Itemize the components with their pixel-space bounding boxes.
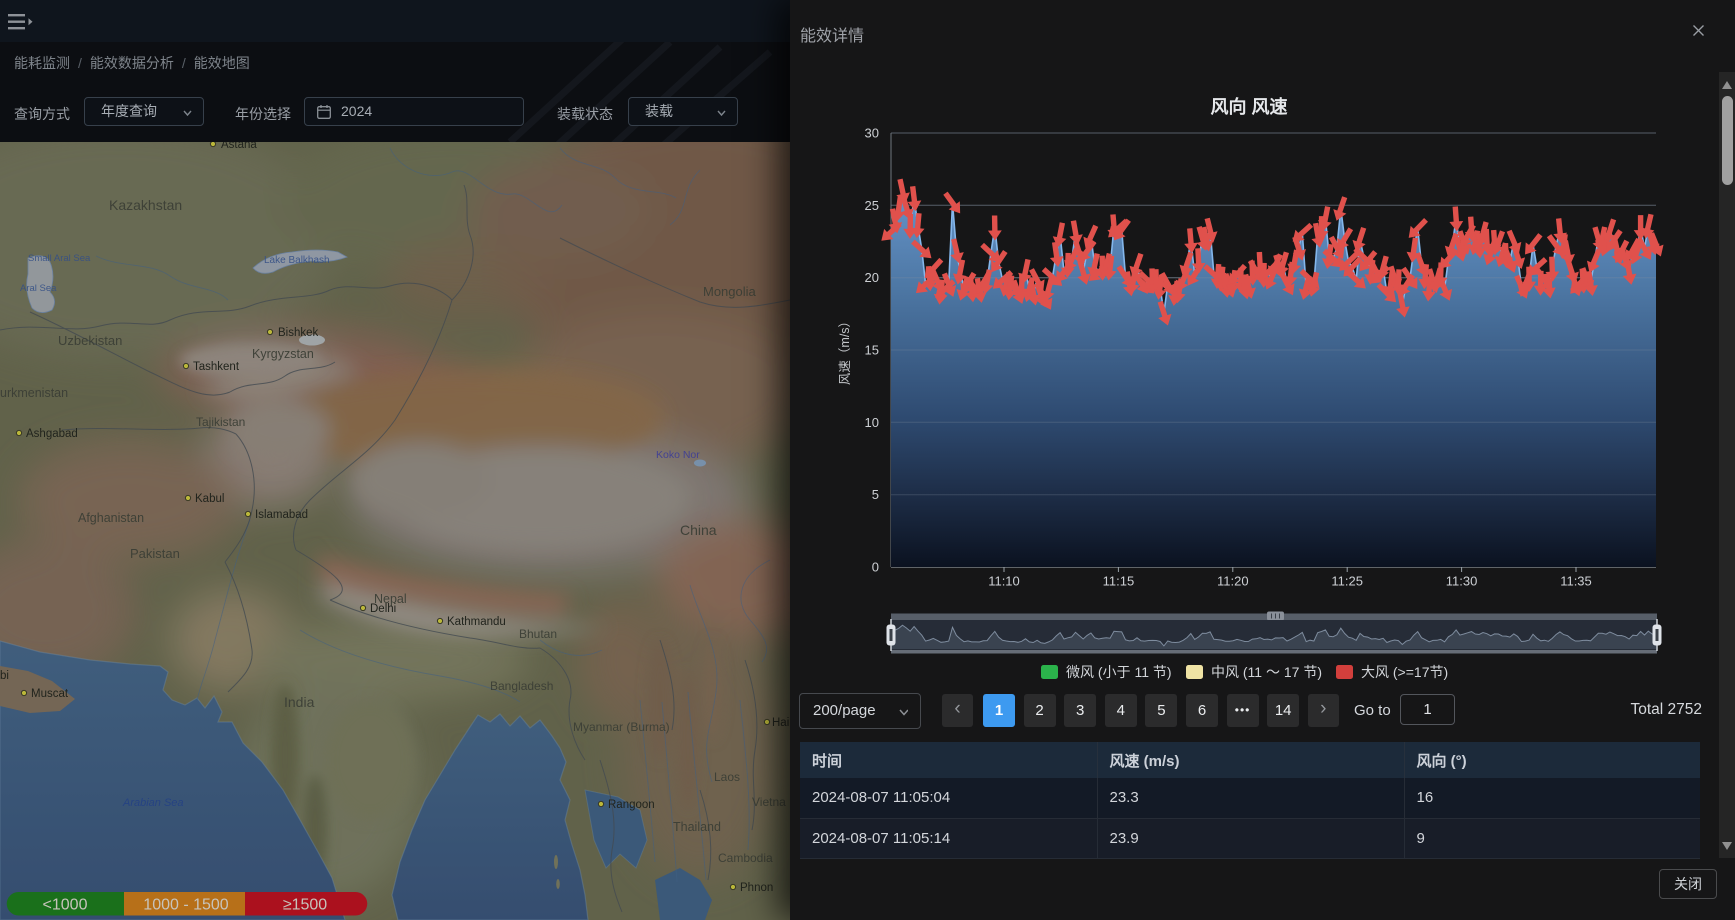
svg-text:风向 风速: 风向 风速 — [1210, 96, 1287, 117]
svg-text:11:10: 11:10 — [988, 574, 1020, 589]
svg-text:11:15: 11:15 — [1103, 574, 1135, 589]
svg-text:11:25: 11:25 — [1331, 574, 1363, 589]
svg-text:微风 (小于 11 节): 微风 (小于 11 节) — [1066, 664, 1172, 680]
svg-text:5: 5 — [872, 487, 879, 502]
svg-text:风速（m/s）: 风速（m/s） — [838, 315, 852, 385]
svg-text:中风 (11 ～ 17 节): 中风 (11 ～ 17 节) — [1211, 664, 1322, 680]
svg-text:20: 20 — [865, 270, 879, 285]
svg-text:30: 30 — [865, 126, 879, 141]
svg-text:11:20: 11:20 — [1217, 574, 1249, 589]
svg-text:11:35: 11:35 — [1560, 574, 1592, 589]
svg-text:大风 (>=17节): 大风 (>=17节) — [1361, 664, 1448, 680]
svg-text:15: 15 — [865, 343, 879, 358]
svg-text:0: 0 — [872, 560, 879, 575]
svg-text:25: 25 — [865, 198, 879, 213]
svg-text:10: 10 — [865, 415, 879, 430]
svg-text:11:30: 11:30 — [1446, 574, 1478, 589]
